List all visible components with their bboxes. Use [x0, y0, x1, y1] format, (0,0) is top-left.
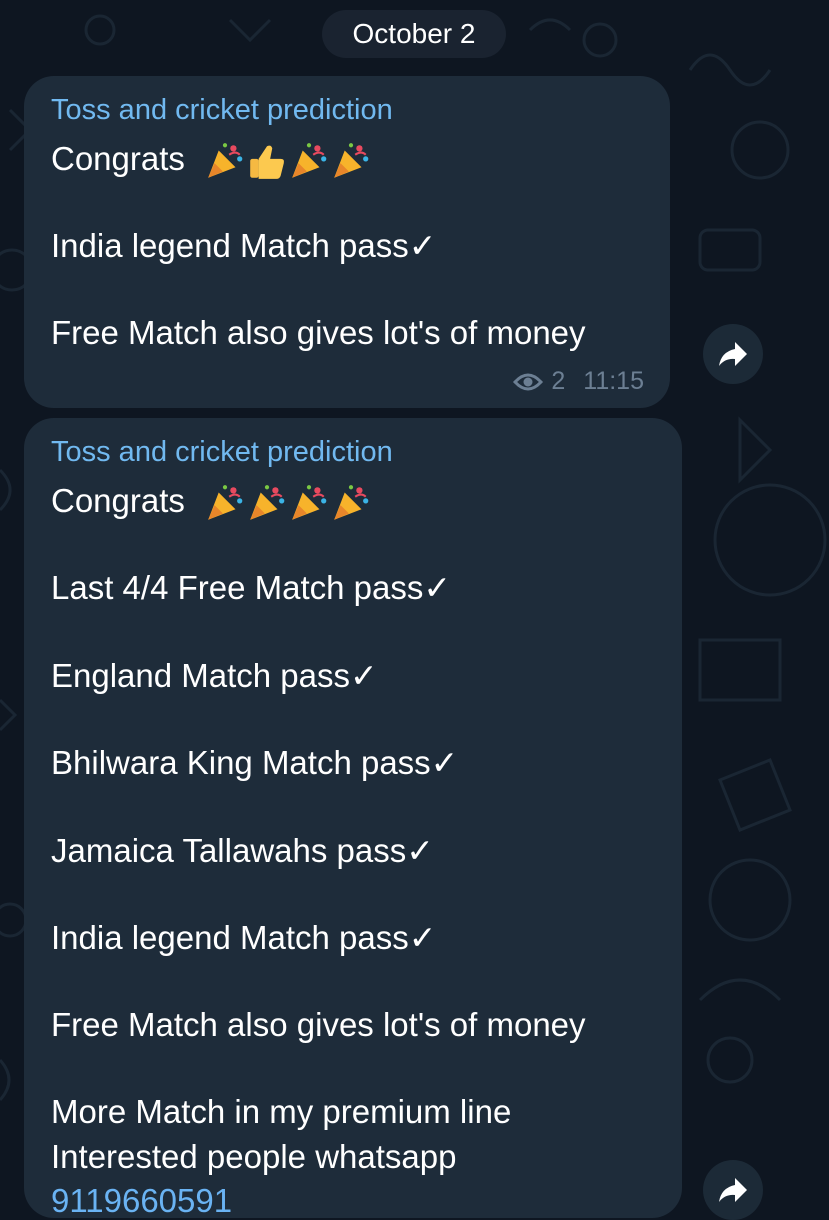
party-popper-icon	[334, 143, 369, 179]
party-popper-icon	[292, 485, 327, 521]
party-popper-icon	[250, 485, 285, 521]
date-separator: October 2	[322, 10, 506, 58]
sender-name[interactable]: Toss and cricket prediction	[51, 94, 393, 127]
forward-button[interactable]	[703, 1160, 763, 1220]
thumbs-up-icon	[250, 145, 285, 180]
sender-name[interactable]: Toss and cricket prediction	[51, 436, 393, 469]
message-time: 11:15	[583, 367, 644, 395]
message-line: England Match pass✓	[51, 657, 378, 694]
message-bubble[interactable]: Toss and cricket prediction Congrats	[24, 418, 682, 1220]
forward-button[interactable]	[703, 324, 763, 384]
message-line: More Match in my premium line	[51, 1093, 512, 1130]
message-line: Congrats	[51, 482, 372, 524]
message-line: Jamaica Tallawahs pass✓	[51, 832, 434, 869]
congrats-text: Congrats	[51, 482, 185, 519]
congrats-text: Congrats	[51, 140, 185, 177]
party-popper-icon	[334, 485, 369, 521]
emoji-row	[204, 482, 372, 524]
message-line: Interested people whatsapp	[51, 1138, 457, 1175]
eye-icon	[513, 373, 544, 390]
phone-link[interactable]: 9119660591	[51, 1182, 232, 1220]
forward-arrow-icon	[719, 342, 747, 366]
message-bubble[interactable]: Toss and cricket prediction Congrats	[24, 76, 670, 408]
view-count: 2	[551, 367, 566, 395]
message-line: India legend Match pass✓	[51, 227, 437, 264]
message-line: Congrats	[51, 140, 372, 182]
party-popper-icon	[208, 485, 243, 521]
party-popper-icon	[208, 143, 243, 179]
party-popper-icon	[292, 143, 327, 179]
message-meta: 2 11:15	[513, 367, 644, 396]
emoji-row	[204, 140, 372, 182]
message-line: Free Match also gives lot's of money	[51, 314, 586, 351]
message-line: Free Match also gives lot's of money	[51, 1006, 586, 1043]
message-line: Bhilwara King Match pass✓	[51, 744, 459, 781]
message-line: Last 4/4 Free Match pass✓	[51, 569, 451, 606]
message-line: India legend Match pass✓	[51, 919, 437, 956]
